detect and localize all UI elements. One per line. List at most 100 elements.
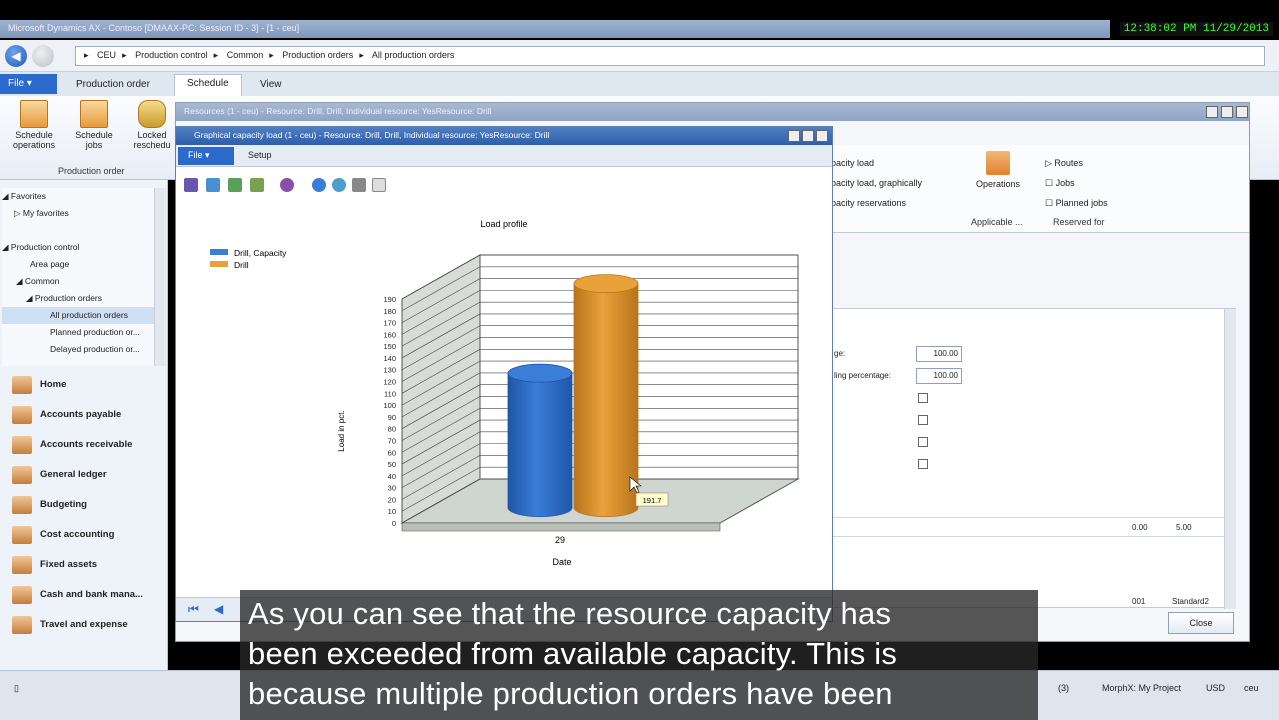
y-tick-label: 40 — [388, 472, 396, 481]
locked-reschedule-button[interactable]: Locked reschedu — [124, 100, 180, 150]
value-tooltip: 191.7 — [643, 496, 662, 505]
maximize-icon[interactable] — [802, 130, 814, 142]
copy-icon[interactable] — [352, 178, 366, 192]
x-axis-label: Date — [552, 557, 571, 567]
data-icon[interactable] — [228, 178, 242, 192]
minimize-icon[interactable] — [788, 130, 800, 142]
grid-row[interactable]: 0.00 5.00 — [832, 517, 1224, 537]
save-icon[interactable] — [184, 178, 198, 192]
y-tick-label: 90 — [388, 413, 396, 422]
status-notifications[interactable]: (3) — [1058, 683, 1069, 693]
breadcrumb-item[interactable]: Production control — [135, 50, 208, 60]
checkbox[interactable] — [918, 437, 928, 447]
planned-jobs-link[interactable]: ☐ Planned jobs — [1045, 193, 1108, 213]
breadcrumb-item[interactable]: All production orders — [372, 50, 455, 60]
setup-menu[interactable]: Setup — [248, 150, 272, 160]
close-icon[interactable] — [816, 130, 828, 142]
routes-link[interactable]: ▷ Routes — [1045, 153, 1108, 173]
module-budgeting[interactable]: Budgeting — [0, 490, 168, 520]
chart-toolbar — [176, 173, 832, 197]
3d-icon[interactable] — [372, 178, 386, 192]
module-cost-accounting[interactable]: Cost accounting — [0, 520, 168, 550]
breadcrumb[interactable]: ▸ CEU ▸ Production control ▸ Common ▸ Produ… — [75, 46, 1265, 66]
details-scrollbar[interactable] — [1224, 309, 1236, 609]
cash-and-bank-icon — [12, 586, 32, 604]
tree-item-my-favorites[interactable]: ▷ My favorites — [2, 205, 154, 222]
file-menu-button[interactable]: File ▾ — [0, 74, 57, 94]
legend-swatch-capacity — [210, 249, 228, 255]
breadcrumb-arrow-icon: ▸ — [84, 50, 89, 60]
general-ledger-icon — [12, 466, 32, 484]
app-title-bar: Microsoft Dynamics AX - Contoso [DMAAX-P… — [0, 20, 1110, 38]
checkbox[interactable] — [918, 415, 928, 425]
capacity-load-link[interactable]: pacity load — [831, 153, 922, 173]
tab-schedule[interactable]: Schedule — [174, 74, 242, 96]
checkbox[interactable] — [918, 459, 928, 469]
file-menu-button[interactable]: File ▾ — [178, 147, 234, 165]
breadcrumb-item[interactable]: Common — [227, 50, 264, 60]
close-button[interactable]: Close — [1168, 612, 1234, 634]
legend-swatch-drill — [210, 261, 228, 267]
tree-scrollbar[interactable] — [154, 188, 166, 366]
caption-line: As you can see that the resource capacit… — [248, 596, 892, 631]
rotate-icon[interactable] — [312, 178, 326, 192]
palette-icon[interactable] — [280, 178, 294, 192]
y-axis-label: Load in pct. — [337, 410, 346, 451]
clock-readout: 12:38:02 PM 11/29/2013 — [1119, 22, 1273, 36]
tree-item-production-control[interactable]: ◢ Production control — [2, 239, 154, 256]
module-general-ledger[interactable]: General ledger — [0, 460, 168, 490]
capacity-load-graphically-link[interactable]: pacity load, graphically — [831, 173, 922, 193]
module-cash-and-bank[interactable]: Cash and bank mana... — [0, 580, 168, 610]
module-home[interactable]: Home — [0, 370, 168, 400]
previous-record-icon[interactable]: ◀ — [214, 602, 223, 616]
tab-production-order[interactable]: Production order — [64, 76, 162, 93]
schedule-icon — [20, 100, 48, 128]
close-icon[interactable] — [1236, 106, 1248, 118]
checkbox[interactable] — [918, 393, 928, 403]
tree-item-production-orders[interactable]: ◢ Production orders — [2, 290, 154, 307]
y-tick-label: 130 — [383, 366, 396, 375]
fixed-assets-icon — [12, 556, 32, 574]
schedule-operations-button[interactable]: Schedule operations — [6, 100, 62, 150]
chart-side-wall — [401, 254, 481, 524]
tree-item-common[interactable]: ◢ Common — [2, 273, 154, 290]
ribbon-group-label: Production order — [58, 166, 125, 176]
top-black-bar — [0, 0, 1279, 20]
jobs-link[interactable]: ☐ Jobs — [1045, 173, 1108, 193]
status-currency[interactable]: USD — [1206, 683, 1225, 693]
breadcrumb-item[interactable]: Production orders — [282, 50, 353, 60]
operations-button[interactable]: Operations — [973, 151, 1023, 189]
tree-item-planned-production-orders[interactable]: Planned production or... — [2, 324, 154, 341]
module-accounts-payable[interactable]: Accounts payable — [0, 400, 168, 430]
chart-floor-edge — [401, 522, 721, 532]
schedule-jobs-button[interactable]: Schedule jobs — [66, 100, 122, 150]
percentage-field[interactable]: 100.00 — [916, 346, 962, 362]
module-accounts-receivable[interactable]: Accounts receivable — [0, 430, 168, 460]
y-tick-label: 30 — [388, 484, 396, 493]
minimize-icon[interactable] — [1206, 106, 1218, 118]
tree-item-area-page[interactable]: Area page — [2, 256, 154, 273]
refresh-icon[interactable] — [332, 178, 346, 192]
module-travel-and-expense[interactable]: Travel and expense — [0, 610, 168, 640]
y-tick-label: 160 — [383, 330, 396, 339]
back-button[interactable]: ◀ — [5, 45, 27, 67]
maximize-icon[interactable] — [1221, 106, 1233, 118]
legend-label-drill: Drill — [234, 260, 249, 270]
status-project[interactable]: MorphX: My Project — [1102, 683, 1181, 693]
module-list: Home Accounts payable Accounts receivabl… — [0, 370, 168, 640]
reserved-links: ▷ Routes ☐ Jobs ☐ Planned jobs — [1045, 153, 1108, 213]
tree-item-favorites[interactable]: ◢ Favorites — [2, 188, 154, 205]
first-record-icon[interactable]: ⏮ — [188, 602, 199, 617]
capacity-reservations-link[interactable]: pacity reservations — [831, 193, 922, 213]
module-fixed-assets[interactable]: Fixed assets — [0, 550, 168, 580]
tab-view[interactable]: View — [248, 76, 294, 93]
breadcrumb-item[interactable]: CEU — [97, 50, 116, 60]
scheduling-percentage-field[interactable]: 100.00 — [916, 368, 962, 384]
forward-button[interactable] — [32, 45, 54, 67]
status-company[interactable]: ceu — [1244, 683, 1259, 693]
tree-item-all-production-orders[interactable]: All production orders — [2, 307, 154, 324]
edit-icon[interactable] — [206, 178, 220, 192]
tree-item-delayed-production-orders[interactable]: Delayed production or... — [2, 341, 154, 358]
chart-type-icon[interactable] — [250, 178, 264, 192]
accounts-payable-icon — [12, 406, 32, 424]
